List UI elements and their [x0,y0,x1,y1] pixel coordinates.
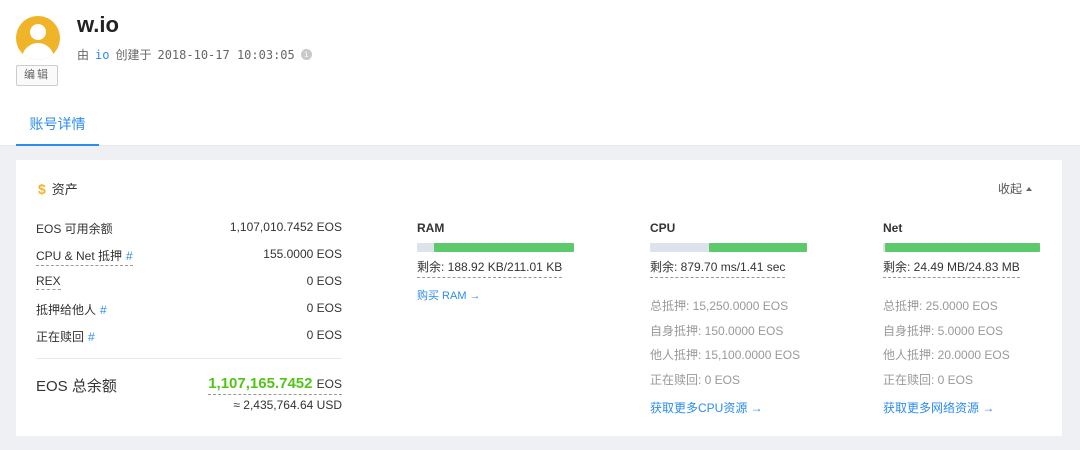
avatar-body [22,43,54,60]
caret-up-icon [1026,186,1032,191]
balance-row-delegated: 抵押给他人 # 0 EOS [36,301,342,319]
cpu-usage-bar [650,243,807,252]
net-usage-bar [883,243,1040,252]
created-time: 2018-10-17 10:03:05 [157,47,295,62]
cpu-refunding: 正在赎回: 0 EOS [650,373,741,388]
tab-account-details[interactable]: 账号详情 [16,106,99,146]
hash-link[interactable]: # [100,303,107,317]
dollar-icon: $ [38,180,46,197]
cpu-remaining: 剩余: 879.70 ms/1.41 sec [650,258,786,278]
total-balance-unit: EOS [316,377,342,391]
divider [36,358,342,359]
edit-button[interactable]: 编辑 [16,65,58,86]
get-more-cpu-link[interactable]: 获取更多CPU资源 → [650,399,810,416]
balance-label: 正在赎回 # [36,328,95,345]
net-remaining: 剩余: 24.49 MB/24.83 MB [883,258,1020,278]
ram-remaining: 剩余: 188.92 KB/211.01 KB [417,258,563,278]
balance-value: 0 EOS [306,301,342,315]
balance-value: 0 EOS [306,274,342,288]
ram-title: RAM [417,221,445,235]
buy-ram-link[interactable]: 购买 RAM → [417,287,577,303]
info-icon[interactable]: i [300,49,312,60]
balance-row-available: EOS 可用余额 1,107,010.7452 EOS [36,220,342,238]
ram-resource: RAM 剩余: 188.92 KB/211.01 KB 购买 RAM → [417,221,577,303]
assets-title-label: 资产 [51,182,78,197]
net-total-staked: 总抵押: 25.0000 EOS [883,299,998,313]
balance-label: 抵押给他人 # [36,301,107,318]
collapse-label: 收起 [997,182,1022,196]
balance-label[interactable]: CPU & Net 抵押 # [36,247,133,266]
balance-row-refunding: 正在赎回 # 0 EOS [36,328,342,346]
assets-title: $ 资产 [38,179,78,198]
net-others-staked: 他人抵押: 20.0000 EOS [883,348,1010,363]
created-label: 创建于 [115,48,152,62]
cpu-total-staked: 总抵押: 15,250.0000 EOS [650,299,789,313]
net-self-staked: 自身抵押: 5.0000 EOS [883,323,1004,338]
net-title: Net [883,221,903,235]
cpu-self-staked: 自身抵押: 150.0000 EOS [650,323,784,338]
balance-row-rex: REX 0 EOS [36,274,342,292]
ram-usage-bar [417,243,574,252]
collapse-button[interactable]: 收起 [998,180,1032,197]
cpu-usage-fill [709,243,807,252]
net-resource: Net 剩余: 24.49 MB/24.83 MB 总抵押: 25.0000 E… [883,221,1043,416]
net-usage-fill [885,243,1040,252]
created-prefix: 由 [77,48,90,62]
cpu-resource: CPU 剩余: 879.70 ms/1.41 sec 总抵押: 15,250.0… [650,221,810,416]
hash-link[interactable]: # [88,330,95,344]
balance-label-text: 抵押给他人 [36,303,97,317]
balance-label-text: 正在赎回 [36,330,85,344]
balance-value: 155.0000 EOS [263,247,342,261]
total-balance-label: EOS 总余额 [36,378,117,395]
avatar [16,16,60,60]
total-balance-usd: ≈ 2,435,764.64 USD [233,398,342,412]
hash-link[interactable]: # [126,249,133,263]
cpu-others-staked: 他人抵押: 15,100.0000 EOS [650,348,801,363]
tab-bar: 账号详情 [0,106,1080,146]
cpu-details: 总抵押: 15,250.0000 EOS 自身抵押: 150.0000 EOS … [650,294,810,393]
account-name: w.io [77,12,119,37]
balance-value: 1,107,010.7452 EOS [229,220,342,234]
balance-label[interactable]: REX [36,274,61,290]
ram-usage-fill [433,243,574,252]
balance-label: EOS 可用余额 [36,222,113,236]
get-more-net-link[interactable]: 获取更多网络资源 → [883,399,1043,416]
avatar-head [30,24,46,40]
assets-card: $ 资产 收起 EOS 可用余额 1,107,010.7452 EOS CPU … [16,160,1062,436]
balance-label-text: CPU & Net 抵押 [36,249,123,263]
cpu-title: CPU [650,221,676,235]
creator-link[interactable]: io [95,48,109,62]
total-balance-number: 1,107,165.7452 [208,375,313,392]
net-details: 总抵押: 25.0000 EOS 自身抵押: 5.0000 EOS 他人抵押: … [883,294,1043,393]
total-balance-value: 1,107,165.7452 EOS [208,375,342,395]
created-info: 由 io 创建于 2018-10-17 10:03:05 i [77,46,312,63]
net-refunding: 正在赎回: 0 EOS [883,373,974,388]
balance-value: 0 EOS [306,328,342,342]
balance-row-cpu-net: CPU & Net 抵押 # 155.0000 EOS [36,247,342,266]
